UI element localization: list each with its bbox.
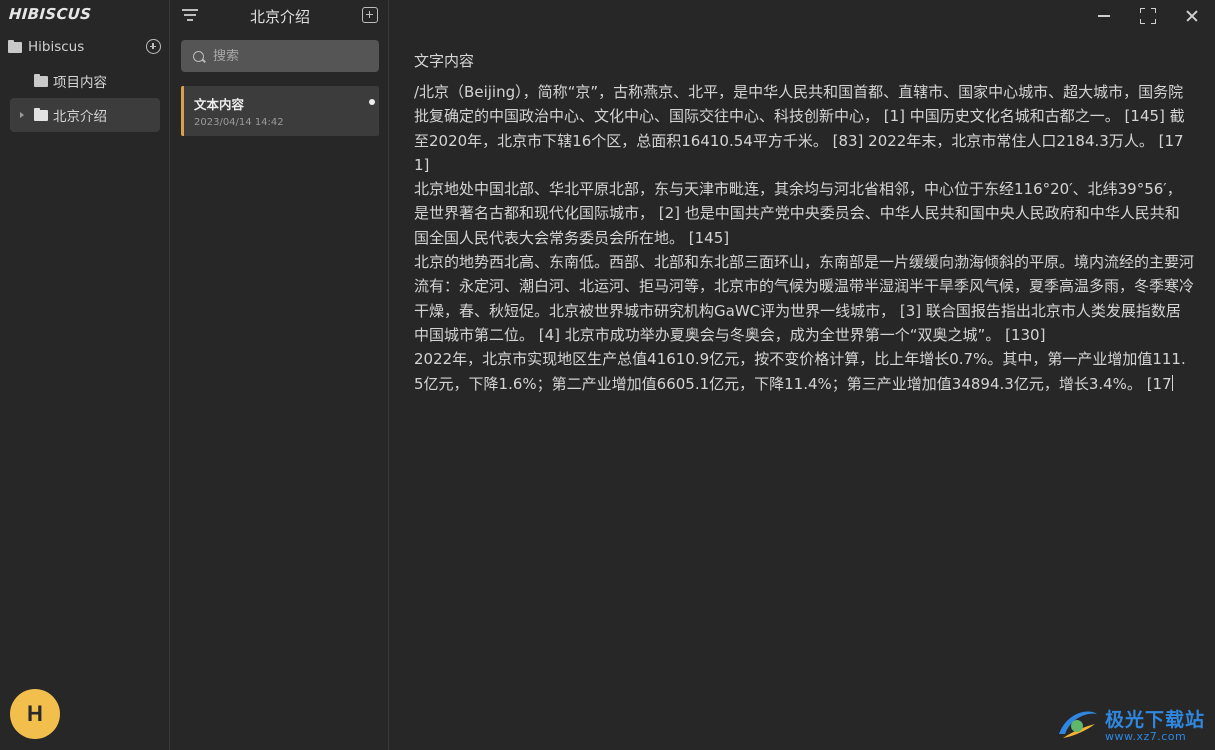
app-logo: HIBISCUS [8, 5, 92, 23]
paragraph[interactable]: /北京（Beijing），简称“京”，古称燕京、北平，是中华人民共和国首都、直辖… [414, 80, 1194, 177]
paragraph[interactable]: 北京地处中国北部、华北平原北部，东与天津市毗连，其余均与河北省相邻，中心位于东经… [414, 177, 1194, 250]
notes-panel: 北京介绍 文本内容 2023/04/14 14:42 [171, 0, 389, 750]
text-cursor [1171, 374, 1173, 391]
minimize-icon[interactable] [1094, 6, 1114, 26]
note-list-item[interactable]: 文本内容 2023/04/14 14:42 [181, 86, 379, 136]
paragraph-text[interactable]: 2022年，北京市实现地区生产总值41610.9亿元，按不变价格计算，比上年增长… [414, 350, 1186, 392]
notes-header: 北京介绍 [171, 0, 389, 32]
search-input[interactable] [213, 48, 373, 64]
add-folder-icon[interactable] [146, 39, 161, 54]
watermark-logo-icon [1058, 711, 1097, 738]
document-title[interactable]: 文字内容 [414, 50, 474, 71]
maximize-icon[interactable] [1138, 6, 1158, 26]
folder-icon [8, 39, 22, 53]
notebook-root[interactable]: Hibiscus [8, 36, 163, 58]
folder-icon [34, 73, 48, 87]
unsaved-dot-icon [369, 99, 375, 105]
avatar[interactable]: H [10, 689, 60, 739]
search-box[interactable] [181, 40, 379, 72]
sidebar-item-label: 北京介绍 [53, 109, 107, 125]
sidebar: HIBISCUS Hibiscus 项目内容 北京介绍 H [0, 0, 170, 750]
close-icon[interactable] [1182, 6, 1202, 26]
new-note-icon[interactable] [362, 7, 378, 23]
notebook-root-label: Hibiscus [28, 39, 85, 55]
note-date: 2023/04/14 14:42 [194, 117, 284, 128]
paragraph[interactable]: 北京的地势西北高、东南低。西部、北部和东北部三面环山，东南部是一片缓缓向渤海倾斜… [414, 250, 1194, 347]
sidebar-item-beijing[interactable]: 北京介绍 [10, 98, 160, 132]
watermark: 极光下载站 www.xz7.com [1053, 704, 1205, 744]
notes-title: 北京介绍 [249, 8, 310, 26]
search-icon [193, 50, 204, 62]
watermark-text: 极光下载站 www.xz7.com [1105, 705, 1205, 743]
sidebar-item-project[interactable]: 项目内容 [10, 64, 160, 98]
note-title: 文本内容 [194, 97, 245, 112]
watermark-name: 极光下载站 [1104, 709, 1205, 731]
paragraph[interactable]: 2022年，北京市实现地区生产总值41610.9亿元，按不变价格计算，比上年增长… [414, 347, 1194, 396]
sidebar-item-label: 项目内容 [53, 75, 107, 91]
folder-icon [34, 107, 48, 121]
editor-pane: 文字内容 /北京（Beijing），简称“京”，古称燕京、北平，是中华人民共和国… [390, 0, 1215, 750]
document-body[interactable]: /北京（Beijing），简称“京”，古称燕京、北平，是中华人民共和国首都、直辖… [414, 80, 1194, 396]
expand-caret-icon[interactable] [20, 112, 24, 118]
